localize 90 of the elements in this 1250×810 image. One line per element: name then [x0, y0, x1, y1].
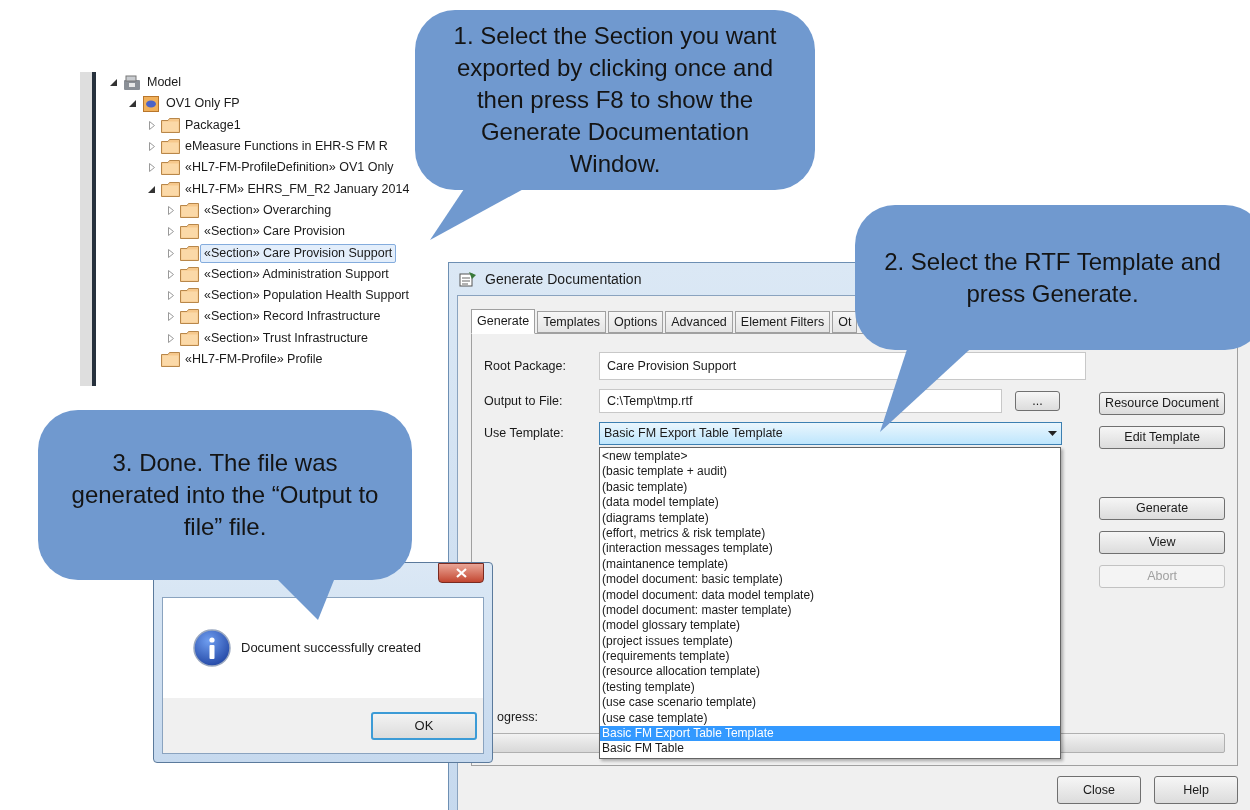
folder-icon: [179, 309, 199, 325]
template-option[interactable]: (maintanence template): [600, 556, 1060, 573]
tab[interactable]: Advanced: [665, 311, 733, 333]
tab[interactable]: Ot: [832, 311, 858, 333]
tree-item[interactable]: Model: [143, 73, 186, 93]
side-button[interactable]: View: [1099, 531, 1225, 554]
template-option[interactable]: (model document: data model template): [600, 587, 1060, 603]
close-icon: [455, 568, 467, 578]
template-option[interactable]: (use case scenario template): [600, 695, 1060, 711]
tree-item[interactable]: «Section» Care Provision Support: [200, 243, 397, 263]
tree-item[interactable]: Package1: [181, 115, 245, 135]
side-button[interactable]: Resource Document: [1099, 392, 1225, 415]
callout-text: 1. Select the Section you want exported by clicking once and then press F8 to show the Generate Documentation Window.: [452, 21, 778, 179]
template-option[interactable]: (project issues template): [600, 633, 1060, 650]
folder-icon: [160, 352, 180, 367]
collapsed-arrow-icon[interactable]: [167, 333, 174, 343]
side-button[interactable]: Generate: [1099, 497, 1225, 520]
folder-icon: [179, 266, 199, 282]
footer-button[interactable]: Close: [1057, 776, 1141, 804]
template-select[interactable]: Basic FM Export Table Template: [599, 422, 1062, 445]
tree-item[interactable]: OV1 Only FP: [162, 94, 244, 114]
window-title: Generate Documentation: [485, 269, 642, 289]
folder-icon: [179, 224, 199, 240]
ok-button[interactable]: OK: [371, 711, 477, 740]
package-icon: [143, 95, 159, 112]
folder-icon: [160, 139, 180, 155]
message-text: Document successfully created: [241, 639, 421, 658]
collapsed-arrow-icon[interactable]: [148, 120, 155, 130]
template-option[interactable]: (diagrams template): [600, 510, 1060, 526]
tab[interactable]: Templates: [537, 311, 607, 333]
template-option[interactable]: (requirements template): [600, 649, 1060, 665]
callout-text: 2. Select the RTF Template and press Generate.: [883, 246, 1222, 309]
folder-icon: [179, 288, 199, 304]
collapsed-arrow-icon[interactable]: [167, 291, 174, 301]
footer-button[interactable]: Help: [1154, 776, 1238, 804]
collapsed-arrow-icon[interactable]: [167, 227, 174, 237]
close-button[interactable]: [438, 563, 484, 583]
collapsed-arrow-icon[interactable]: [148, 142, 155, 152]
field-label: Output to File:: [484, 392, 564, 410]
output-file-field[interactable]: C:\Temp\tmp.rtf: [599, 389, 1002, 413]
collapsed-arrow-icon[interactable]: [167, 205, 174, 215]
template-option[interactable]: (use case template): [600, 710, 1060, 727]
dropdown-arrow-icon: [1048, 431, 1057, 436]
field-label: Use Template:: [484, 425, 565, 443]
side-button[interactable]: Edit Template: [1099, 426, 1225, 449]
template-option[interactable]: (effort, metrics & risk template): [600, 525, 1060, 542]
root-package-field[interactable]: Care Provision Support: [599, 352, 1087, 380]
folder-icon: [160, 117, 180, 133]
collapsed-arrow-icon[interactable]: [167, 269, 174, 279]
folder-icon: [179, 202, 199, 218]
field-label: Root Package:: [484, 357, 567, 375]
callout-text: 3. Done. The file was generated into the “Output to file” file.: [70, 448, 380, 542]
template-option[interactable]: <new template>: [600, 449, 1060, 465]
window-app-icon: [459, 271, 477, 287]
template-option[interactable]: (model document: master template): [600, 602, 1060, 619]
browse-button[interactable]: ...: [1015, 391, 1060, 411]
tree-item[interactable]: «HL7-FM-ProfileDefinition» OV1 Only: [181, 158, 398, 178]
tab[interactable]: Element Filters: [734, 311, 831, 333]
tree-item[interactable]: «HL7-FM» EHRS_FM_R2 January 2014: [181, 179, 414, 199]
collapsed-arrow-icon[interactable]: [167, 248, 174, 258]
tree-item[interactable]: «Section» Record Infrastructure: [200, 307, 385, 327]
template-option[interactable]: Basic FM Table: [600, 741, 1060, 757]
folder-icon: [160, 181, 180, 197]
collapsed-arrow-icon[interactable]: [167, 312, 174, 322]
progress-label: ogress:: [497, 709, 538, 727]
template-option[interactable]: (testing template): [600, 679, 1060, 696]
tab[interactable]: Generate: [471, 309, 536, 334]
template-option[interactable]: (basic template): [600, 479, 1060, 496]
template-option[interactable]: (model document: basic template): [600, 572, 1060, 588]
collapsed-arrow-icon[interactable]: [148, 163, 155, 173]
tree-item[interactable]: eMeasure Functions in EHR-S FM R: [181, 137, 392, 157]
expanded-arrow-icon[interactable]: [110, 79, 117, 87]
template-option[interactable]: (data model template): [600, 495, 1060, 511]
info-icon: [193, 629, 231, 667]
tree-item[interactable]: «Section» Administration Support: [200, 264, 393, 284]
tree-item[interactable]: «Section» Overarching: [200, 200, 336, 220]
template-option[interactable]: (model glossary template): [600, 618, 1060, 634]
tab[interactable]: Options: [608, 311, 664, 333]
tree-item[interactable]: «HL7-FM-Profile» Profile: [181, 350, 327, 369]
template-option[interactable]: (interaction messages template): [600, 541, 1060, 557]
tree-item[interactable]: «Section» Population Health Support: [200, 286, 413, 306]
folder-icon: [179, 245, 199, 261]
folder-icon: [179, 330, 199, 346]
tree-item[interactable]: «Section» Care Provision: [200, 222, 350, 242]
expanded-arrow-icon[interactable]: [129, 100, 136, 108]
folder-icon: [160, 160, 180, 176]
template-option[interactable]: (basic template + audit): [600, 464, 1060, 480]
tree-item[interactable]: «Section» Trust Infrastructure: [200, 328, 372, 348]
template-option[interactable]: (resource allocation template): [600, 664, 1060, 680]
expanded-arrow-icon[interactable]: [148, 185, 155, 193]
